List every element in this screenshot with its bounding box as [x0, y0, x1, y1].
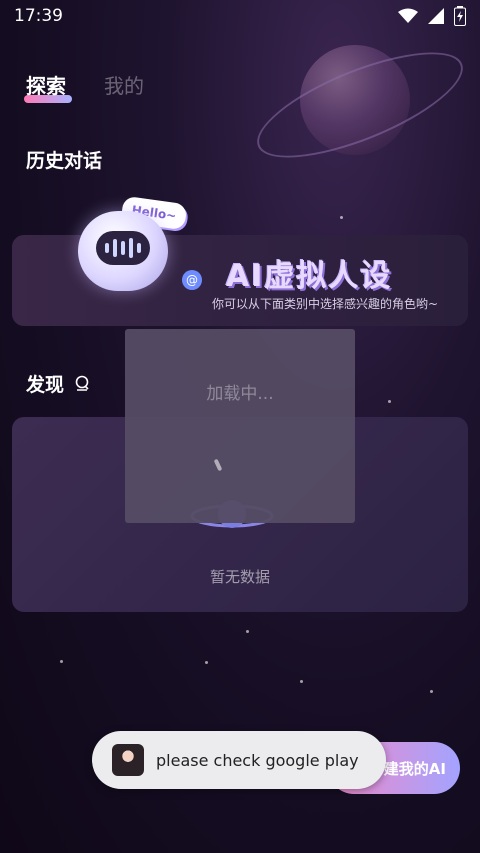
search-icon[interactable]: [74, 375, 92, 393]
toast-message: please check google play: [92, 731, 386, 789]
star-decoration: [205, 661, 208, 664]
status-time: 17:39: [14, 6, 63, 26]
robot-mascot: [78, 211, 168, 291]
create-my-ai-label: 建我的AI: [383, 759, 446, 778]
spinner-icon: [213, 458, 223, 472]
status-bar: 17:39: [0, 0, 480, 32]
app-avatar-icon: [112, 744, 144, 776]
loading-dialog: 加载中...: [125, 329, 355, 523]
discover-title: 发现: [26, 374, 65, 396]
status-icons: [398, 6, 466, 26]
empty-state-text: 暂无数据: [209, 568, 270, 586]
ai-persona-banner[interactable]: AI虚拟人设 你可以从下面类别中选择感兴趣的角色哟~: [12, 211, 468, 326]
star-decoration: [60, 660, 63, 663]
banner-subtitle: 你可以从下面类别中选择感兴趣的角色哟~: [212, 297, 439, 311]
star-decoration: [246, 630, 249, 633]
battery-icon: [454, 6, 466, 26]
history-title: 历史对话: [26, 150, 103, 172]
top-tabs: 探索 我的: [24, 70, 144, 103]
star-decoration: [300, 680, 303, 683]
toast-text: please check google play: [156, 750, 359, 770]
at-icon: @: [182, 270, 202, 290]
loading-text: 加载中...: [206, 384, 274, 404]
banner-title: AI虚拟人设: [226, 259, 393, 294]
star-decoration: [388, 400, 391, 403]
tab-mine[interactable]: 我的: [104, 70, 144, 99]
discover-header: 发现: [26, 370, 92, 397]
star-decoration: [430, 690, 433, 693]
signal-icon: [428, 8, 444, 24]
robot-face: [96, 231, 150, 265]
star-decoration: [340, 216, 343, 219]
tab-explore[interactable]: 探索: [24, 70, 72, 103]
wifi-icon: [398, 8, 418, 23]
